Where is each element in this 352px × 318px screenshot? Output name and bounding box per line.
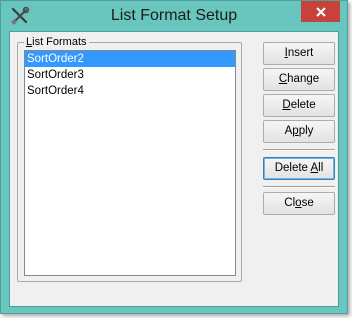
list-item[interactable]: SortOrder2 — [25, 51, 235, 67]
list-format-setup-window: List Format Setup List Formats SortOrder… — [0, 0, 348, 314]
window-title: List Format Setup — [110, 7, 238, 24]
list-item[interactable]: SortOrder4 — [25, 83, 235, 99]
dialog-client-area: List Formats SortOrder2 SortOrder3 SortO… — [9, 31, 339, 307]
delete-button[interactable]: Delete — [263, 94, 335, 117]
list-formats-group: List Formats SortOrder2 SortOrder3 SortO… — [17, 36, 242, 282]
insert-button[interactable]: Insert — [263, 42, 335, 65]
close-window-button[interactable] — [301, 1, 340, 22]
apply-button[interactable]: Apply — [263, 120, 335, 143]
list-formats-label: List Formats — [24, 36, 89, 48]
button-separator — [263, 186, 335, 188]
list-item[interactable]: SortOrder3 — [25, 67, 235, 83]
list-formats-listbox[interactable]: SortOrder2 SortOrder3 SortOrder4 — [24, 50, 236, 276]
title-bar[interactable]: List Format Setup — [1, 1, 347, 32]
button-separator — [263, 149, 335, 151]
close-button[interactable]: Close — [263, 192, 335, 215]
change-button[interactable]: Change — [263, 68, 335, 91]
close-icon — [315, 6, 326, 17]
delete-all-button[interactable]: Delete All — [263, 157, 335, 180]
